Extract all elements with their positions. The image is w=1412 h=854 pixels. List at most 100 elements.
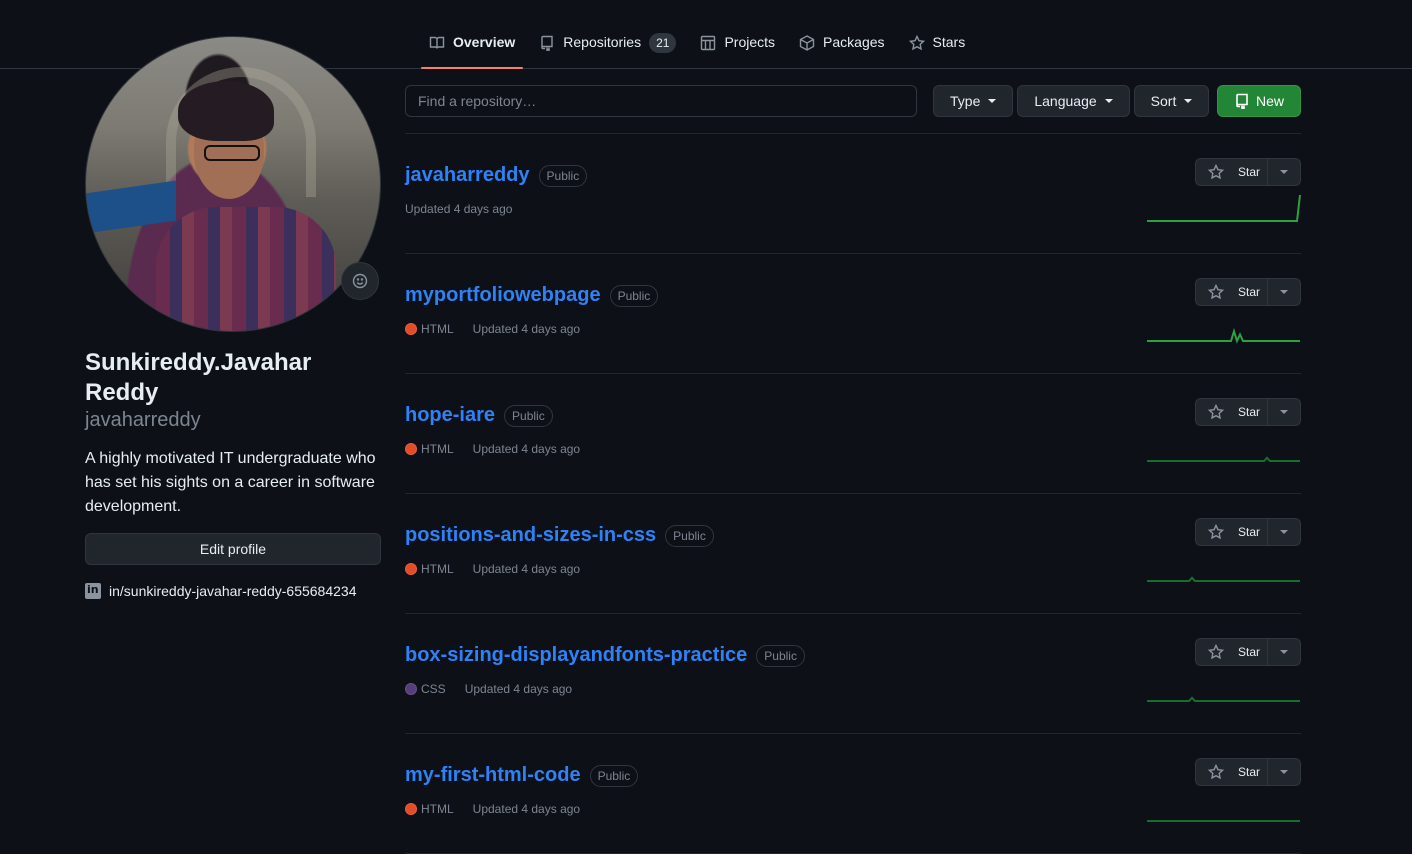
visibility-badge: Public [609,285,659,307]
repo-list-item: myportfoliowebpage Public HTML Updated 4… [405,254,1301,374]
star-list-dropdown[interactable] [1268,518,1301,546]
activity-line [1147,456,1300,462]
star-button[interactable]: Star [1195,638,1268,666]
activity-line [1147,576,1300,582]
star-button[interactable]: Star [1195,398,1268,426]
avatar-shirt [156,207,336,331]
repo-meta: HTML Updated 4 days ago [405,322,580,336]
star-label: Star [1238,525,1261,539]
star-icon [1208,164,1224,180]
social-link-linkedin[interactable]: in in/sunkireddy-javahar-reddy-655684234 [85,583,381,599]
repo-filter-bar: Type Language Sort New [405,85,1301,117]
set-status-button[interactable] [341,262,379,300]
language-color-dot [405,323,417,335]
activity-sparkline [1147,327,1300,344]
repo-meta: CSS Updated 4 days ago [405,682,572,696]
repo-updated: Updated 4 days ago [472,442,581,456]
new-repository-button[interactable]: New [1216,85,1301,117]
sort-dropdown[interactable]: Sort [1133,85,1210,117]
star-button[interactable]: Star [1195,518,1268,546]
star-list-dropdown[interactable] [1268,398,1301,426]
repo-updated: Updated 4 days ago [472,322,581,336]
tab-stars[interactable]: Stars [901,22,974,69]
repo-updated: Updated 4 days ago [472,802,581,816]
tab-projects[interactable]: Projects [692,22,783,69]
linkedin-link-text[interactable]: in/sunkireddy-javahar-reddy-655684234 [109,583,357,599]
visibility-badge: Public [665,525,714,547]
repo-title-row: my-first-html-code Public [405,762,639,788]
tab-overview[interactable]: Overview [421,22,524,69]
avatar-glasses [204,145,260,161]
tab-projects-label: Projects [724,34,776,50]
repo-search-input[interactable] [405,85,917,117]
repositories-panel: Type Language Sort New javaharreddy Publ… [405,85,1301,854]
star-label: Star [1238,405,1261,419]
repo-name-link[interactable]: javaharreddy [405,162,530,188]
star-label: Star [1238,285,1261,299]
tab-list: Overview Repositories 21 Projects Packag… [421,22,981,69]
chevron-down-icon [1184,99,1193,103]
repo-name-link[interactable]: myportfoliowebpage [405,282,601,308]
star-list-dropdown[interactable] [1268,638,1301,666]
language-name: CSS [421,682,446,696]
smiley-icon [352,273,368,289]
language-name: HTML [421,442,454,456]
activity-sparkline [1147,696,1300,702]
repo-name-link[interactable]: positions-and-sizes-in-css [405,522,656,548]
star-button-group: Star [1195,638,1301,666]
star-icon [1208,404,1224,420]
tab-packages[interactable]: Packages [791,22,892,69]
language-name: HTML [421,322,454,336]
repo-language: HTML [405,442,454,456]
language-color-dot [405,563,417,575]
star-button-group: Star [1195,758,1301,786]
tab-repositories-label: Repositories [563,34,642,50]
repo-list-item: positions-and-sizes-in-css Public HTML U… [405,494,1301,614]
star-button[interactable]: Star [1195,758,1268,786]
visibility-badge: Public [589,765,639,787]
repo-language: HTML [405,322,454,336]
book-icon [429,36,445,49]
star-icon [1208,284,1224,300]
package-icon [799,35,815,51]
language-name: HTML [421,562,454,576]
repo-name-link[interactable]: hope-iare [405,402,495,428]
avatar[interactable] [85,36,381,332]
chevron-down-icon [1280,770,1288,774]
star-icon [908,35,925,51]
profile-username: javaharreddy [85,409,201,431]
language-filter-dropdown[interactable]: Language [1017,85,1130,117]
star-button[interactable]: Star [1195,278,1268,306]
star-list-dropdown[interactable] [1268,758,1301,786]
star-icon [1208,644,1224,660]
repo-language: CSS [405,682,446,696]
star-button-group: Star [1195,158,1301,186]
chevron-down-icon [988,99,997,103]
star-list-dropdown[interactable] [1268,158,1301,186]
repo-name-link[interactable]: box-sizing-displayandfonts-practice [405,642,747,668]
star-list-dropdown[interactable] [1268,278,1301,306]
repo-list-item: box-sizing-displayandfonts-practice Publ… [405,614,1301,734]
repo-icon [541,35,553,51]
tab-overview-label: Overview [453,34,516,50]
repo-list-item: my-first-html-code Public HTML Updated 4… [405,734,1301,854]
edit-profile-button[interactable]: Edit profile [85,533,381,565]
repo-title-row: myportfoliowebpage Public [405,282,659,308]
repo-updated: Updated 4 days ago [472,562,581,576]
language-color-dot [405,443,417,455]
visibility-badge: Public [538,165,588,187]
repo-name-link[interactable]: my-first-html-code [405,762,581,788]
tab-repositories[interactable]: Repositories 21 [531,22,684,69]
chevron-down-icon [1280,530,1288,534]
chevron-down-icon [1280,410,1288,414]
linkedin-icon: in [85,583,101,599]
activity-sparkline [1147,576,1300,582]
star-label: Star [1238,165,1261,179]
star-icon [1208,764,1224,780]
star-button[interactable]: Star [1195,158,1268,186]
activity-line [1147,194,1301,222]
star-label: Star [1238,645,1261,659]
repo-meta: Updated 4 days ago [405,202,512,216]
profile-sidebar: Sunkireddy.Javahar Reddy javaharreddy A … [85,36,381,599]
type-filter-dropdown[interactable]: Type [933,85,1014,117]
